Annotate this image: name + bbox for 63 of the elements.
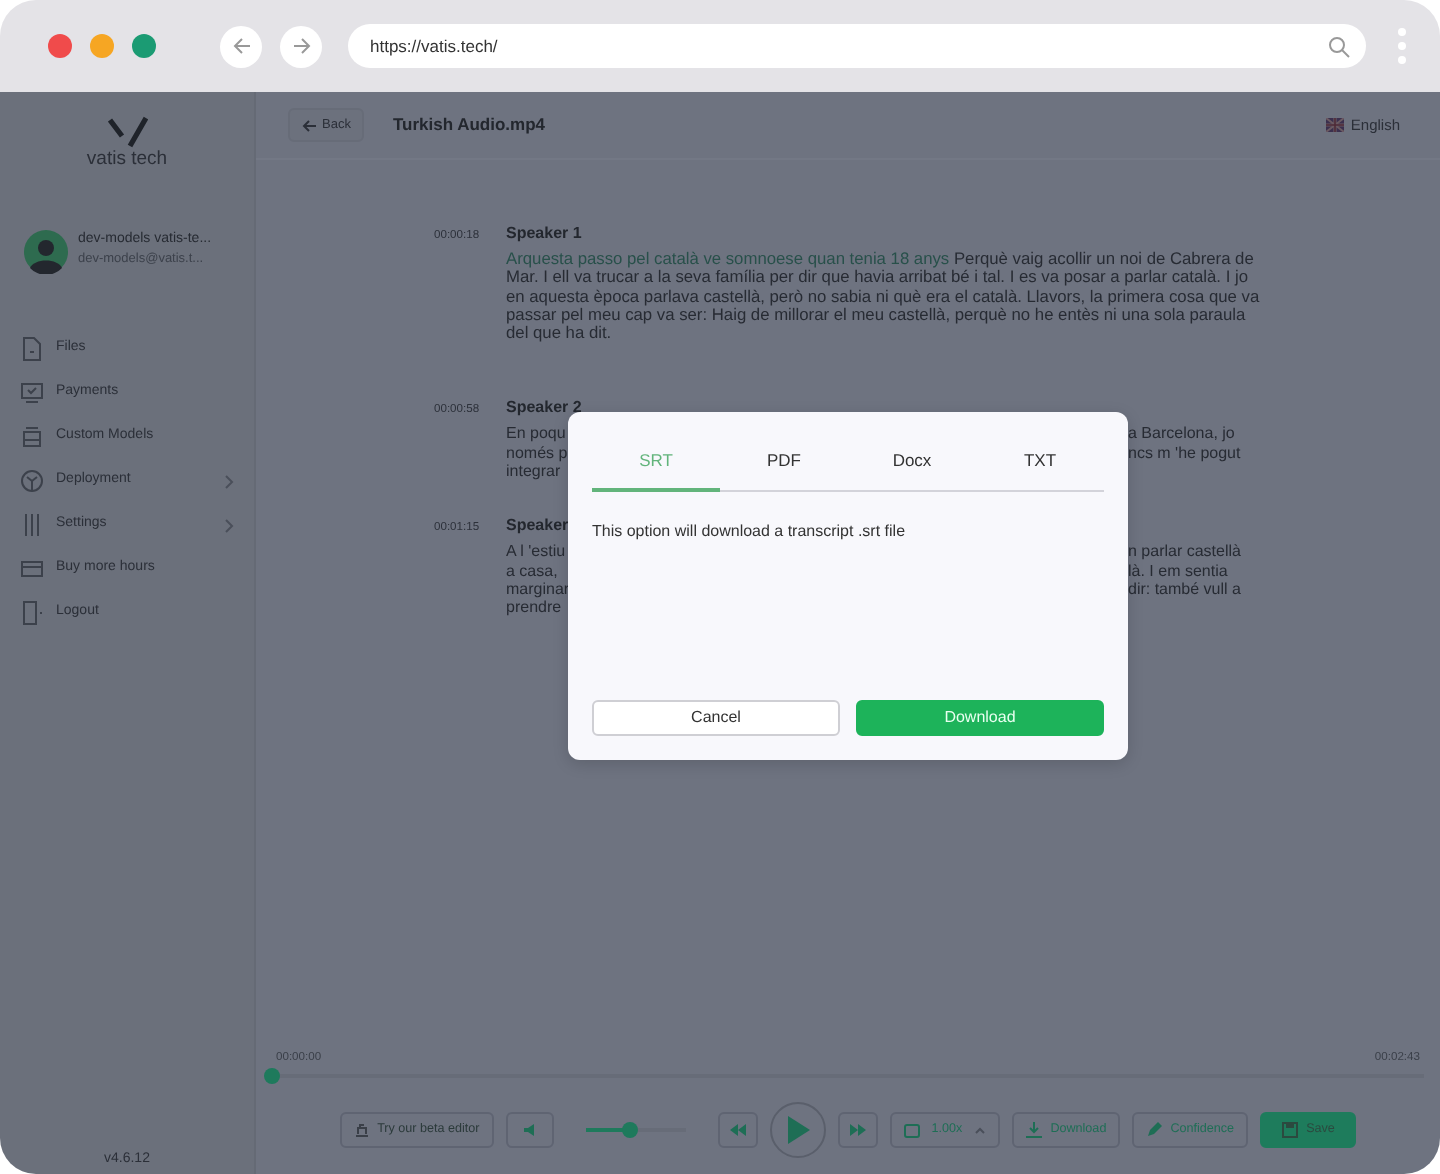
transcript-text: A l 'estiu xyxy=(506,542,566,562)
logo-text: vatis tech xyxy=(86,150,168,169)
chevron-up-icon xyxy=(974,1126,987,1134)
download-icon xyxy=(1026,1122,1043,1138)
menu-icon[interactable] xyxy=(1396,26,1408,66)
speed-icon xyxy=(903,1122,920,1138)
transcript-text: ncs m 'he pogut xyxy=(1128,443,1241,463)
back-arrow-icon xyxy=(302,119,316,131)
rewind-button[interactable] xyxy=(717,1112,758,1148)
transcript-text: dir: també vull a xyxy=(1128,579,1241,599)
card-icon xyxy=(20,556,44,582)
format-tab[interactable]: SRT xyxy=(592,442,720,492)
cancel-button[interactable]: Cancel xyxy=(592,700,840,736)
transcript-text: marginar xyxy=(506,579,570,599)
avatar-icon xyxy=(24,229,68,273)
download-button[interactable]: Download xyxy=(856,700,1104,736)
fast-forward-button[interactable] xyxy=(837,1112,878,1148)
forward-button[interactable] xyxy=(280,25,322,67)
stack-icon xyxy=(20,424,44,450)
play-button[interactable] xyxy=(769,1102,826,1158)
pen-icon xyxy=(1146,1122,1163,1138)
address-bar[interactable]: https://vatis.tech/ xyxy=(348,24,1366,68)
window-control-dot xyxy=(132,34,156,58)
volume-thumb[interactable] xyxy=(622,1122,639,1138)
window-control-dot xyxy=(90,34,114,58)
transcript-text: només p xyxy=(506,443,568,463)
chevron-right-icon xyxy=(224,473,234,489)
transcript-text: integrar xyxy=(506,462,561,481)
speaker-name: Speaker 2 xyxy=(506,398,582,419)
format-tab[interactable]: TXT xyxy=(976,442,1104,492)
monitor-icon xyxy=(20,380,44,406)
flag-icon xyxy=(1326,118,1345,132)
floppy-icon xyxy=(1282,1122,1299,1138)
transcript-text: a Barcelona, jo xyxy=(1128,424,1235,444)
progress-thumb[interactable] xyxy=(264,1068,280,1084)
printer-icon xyxy=(353,1122,370,1138)
dialog-message: This option will download a transcript .srt file xyxy=(592,519,908,544)
back-arrow-icon xyxy=(231,36,251,56)
transcript-text: là. I em sentia xyxy=(1128,561,1228,580)
format-tab[interactable]: Docx xyxy=(848,442,976,492)
play-icon xyxy=(785,1116,810,1144)
file-title: Turkish Audio.mp4 xyxy=(392,112,545,138)
transcript-text: prendre xyxy=(506,598,562,618)
transcript-text: En poqu xyxy=(506,424,566,444)
transcript-text: a casa, xyxy=(506,561,558,580)
transcript-text: n parlar castellà xyxy=(1128,542,1241,562)
fast-forward-icon xyxy=(849,1122,866,1138)
speaker-name: Speaker xyxy=(506,516,569,537)
url-text: https://vatis.tech/ xyxy=(370,33,500,59)
file-icon xyxy=(20,336,44,362)
volume-icon xyxy=(521,1122,538,1138)
search-icon[interactable] xyxy=(1328,35,1350,57)
rewind-icon xyxy=(729,1122,746,1138)
window-control-dot xyxy=(48,34,72,58)
speaker-name: Speaker 1 xyxy=(506,224,582,244)
transcript-text: Arquesta passo pel català ve somnoese quan tenia 18 anys Perquè vaig acollir un noi de Cabrera de Mar. I ell va trucar a la seva família per dir que havia arribat bé i tal. I es va posar a parlar català. I jo en aquesta època parlava castellà, però no sabia ni què era el català. Llavors, la primera cosa que va passar pel meu cap va ser: Haig de millorar el meu castellà, perquè no he entès ni una sola paraula del que ha dit. xyxy=(506,250,1262,343)
sliders-icon xyxy=(20,512,44,538)
chevron-right-icon xyxy=(224,517,234,533)
logo-icon xyxy=(107,116,147,148)
format-tab[interactable]: PDF xyxy=(720,442,848,492)
back-button[interactable] xyxy=(220,25,262,67)
forward-arrow-icon xyxy=(291,36,311,56)
volume-button[interactable] xyxy=(505,1112,554,1148)
